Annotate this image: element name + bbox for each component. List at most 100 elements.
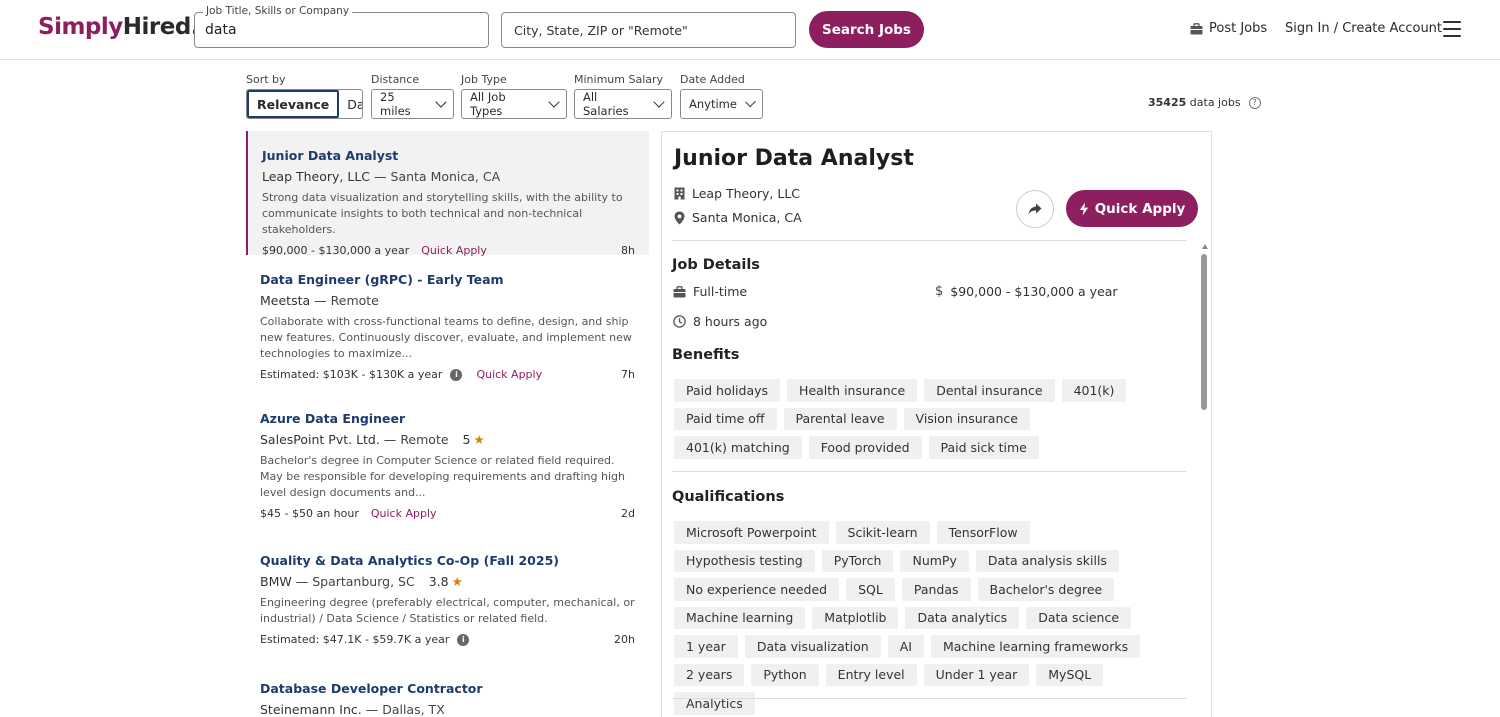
post-jobs-link[interactable]: Post Jobs <box>1190 21 1267 36</box>
help-icon[interactable]: ? <box>1248 96 1261 109</box>
location-search-field[interactable]: City, State, ZIP or "Remote" <box>501 12 796 48</box>
job-snippet: Strong data visualization and storytelli… <box>262 191 623 236</box>
job-snippet: Bachelor's degree in Computer Science or… <box>260 454 625 499</box>
job-title-link[interactable]: Data Engineer (gRPC) - Early Team <box>260 272 635 287</box>
sign-in-link[interactable]: Sign In / Create Account <box>1285 21 1442 36</box>
minimum-salary-label: Minimum Salary <box>574 73 664 86</box>
qualification-tag: Data analytics <box>905 606 1020 629</box>
search-jobs-button[interactable]: Search Jobs <box>809 11 924 48</box>
job-company: Steinemann Inc. — Dallas, TX <box>260 702 445 717</box>
detail-location: Santa Monica, CA <box>674 210 802 225</box>
qualification-tag: Scikit-learn <box>835 521 930 544</box>
job-card[interactable]: Data Engineer (gRPC) - Early Team Meetst… <box>246 255 649 397</box>
qualification-tag: TensorFlow <box>936 521 1030 544</box>
job-company: Meetsta — Remote <box>260 293 379 308</box>
qualification-tag: Machine learning frameworks <box>930 635 1141 658</box>
qualification-tag: Python <box>751 663 819 686</box>
hamburger-menu-icon[interactable] <box>1443 21 1461 37</box>
qualification-tag: Data visualization <box>744 635 881 658</box>
qualification-tag: Microsoft Powerpoint <box>674 521 829 544</box>
dollar-icon: $ <box>935 284 944 299</box>
minimum-salary-filter: Minimum Salary All Salaries <box>574 73 672 119</box>
job-company: Leap Theory, LLC — Santa Monica, CA <box>262 169 501 184</box>
benefit-tag: Vision insurance <box>903 407 1030 430</box>
job-title-search-input[interactable]: data <box>205 22 237 38</box>
chevron-down-icon <box>653 96 665 108</box>
qualification-tag: Under 1 year <box>923 663 1030 686</box>
info-icon[interactable]: i <box>450 368 463 381</box>
qualification-tag: Analytics <box>674 692 755 715</box>
job-card[interactable]: Database Developer Contractor Steinemann… <box>246 665 649 717</box>
job-type-detail: Full-time <box>673 284 747 299</box>
detail-scrollbar[interactable] <box>1200 244 1208 717</box>
minimum-salary-select[interactable]: All Salaries <box>574 89 672 119</box>
sort-relevance-button[interactable]: Relevance <box>247 90 340 118</box>
chevron-down-icon <box>745 96 756 108</box>
company-rating: 3.8 ★ <box>428 574 463 589</box>
chevron-down-icon <box>435 96 447 108</box>
share-button[interactable] <box>1016 190 1054 228</box>
location-search-input[interactable]: City, State, ZIP or "Remote" <box>514 23 688 38</box>
job-title-link[interactable]: Quality & Data Analytics Co-Op (Fall 202… <box>260 553 635 568</box>
job-snippet: Engineering degree (preferably electrica… <box>260 596 635 625</box>
qualification-tag: Data science <box>1026 606 1132 629</box>
qualifications-tags: Microsoft Powerpoint Scikit-learn Tensor… <box>674 521 1154 715</box>
divider <box>672 471 1187 472</box>
posted-detail: 8 hours ago <box>673 314 767 329</box>
job-snippet: Collaborate with cross-functional teams … <box>260 315 632 360</box>
sort-toggle: Relevance Date <box>246 89 363 119</box>
benefit-tag: Dental insurance <box>924 379 1055 402</box>
job-card[interactable]: Quality & Data Analytics Co-Op (Fall 202… <box>246 539 649 665</box>
scroll-up-arrow-icon[interactable] <box>1202 244 1208 249</box>
qualification-tag: Bachelor's degree <box>977 578 1115 601</box>
distance-select[interactable]: 25 miles <box>371 89 454 119</box>
job-age: 7h <box>621 368 635 381</box>
qualification-tag: NumPy <box>900 549 969 572</box>
job-age: 2d <box>621 507 635 520</box>
qualification-tag: PyTorch <box>821 549 894 572</box>
divider <box>672 698 1187 699</box>
job-company: BMW — Spartanburg, SC 3.8 ★ <box>260 574 463 589</box>
lightning-icon <box>1079 202 1088 215</box>
simplyhired-logo[interactable]: SimplyHired. <box>38 14 200 40</box>
detail-job-title: Junior Data Analyst <box>674 146 914 171</box>
benefit-tag: Health insurance <box>787 379 918 402</box>
job-title-link[interactable]: Junior Data Analyst <box>262 148 635 163</box>
job-footer: Estimated: $103K - $130K a year i Quick … <box>260 368 635 381</box>
clock-icon <box>673 315 686 328</box>
job-salary: Estimated: $47.1K - $59.7K a year <box>260 633 450 646</box>
benefits-tags: Paid holidays Health insurance Dental in… <box>674 379 1154 459</box>
location-pin-icon <box>674 211 685 224</box>
chevron-down-icon <box>548 96 560 108</box>
job-title-link[interactable]: Azure Data Engineer <box>260 411 635 426</box>
qualification-tag: 2 years <box>674 663 745 686</box>
benefit-tag: Paid holidays <box>674 379 781 402</box>
quick-apply-label: Quick Apply <box>370 507 437 520</box>
job-location: Spartanburg, SC <box>312 574 415 589</box>
job-title-link[interactable]: Database Developer Contractor <box>260 681 635 696</box>
benefit-tag: Paid time off <box>674 407 777 430</box>
info-icon[interactable]: i <box>457 633 470 646</box>
job-type-select[interactable]: All Job Types <box>461 89 567 119</box>
job-type-label: Job Type <box>461 73 507 86</box>
qualification-tag: AI <box>887 635 924 658</box>
star-icon: ★ <box>451 574 463 589</box>
job-card[interactable]: Junior Data Analyst Leap Theory, LLC — S… <box>246 131 649 257</box>
date-added-filter: Date Added Anytime <box>680 73 763 119</box>
quick-apply-button[interactable]: Quick Apply <box>1066 190 1198 227</box>
scrollbar-thumb[interactable] <box>1201 254 1207 410</box>
date-added-select[interactable]: Anytime <box>680 89 763 119</box>
qualification-tag: SQL <box>846 578 895 601</box>
sort-date-button[interactable]: Date <box>339 90 362 118</box>
qualification-tag: Machine learning <box>674 606 806 629</box>
benefit-tag: Paid sick time <box>928 436 1039 459</box>
post-jobs-label: Post Jobs <box>1209 21 1268 36</box>
star-icon: ★ <box>473 432 485 447</box>
benefit-tag: Food provided <box>808 436 922 459</box>
job-title-search-field[interactable]: Job Title, Skills or Company data <box>194 5 489 48</box>
job-details-heading: Job Details <box>672 257 760 273</box>
job-age: 20h <box>614 633 635 646</box>
job-card[interactable]: Azure Data Engineer SalesPoint Pvt. Ltd.… <box>246 397 649 539</box>
qualification-tag: Entry level <box>825 663 917 686</box>
job-footer: Estimated: $47.1K - $59.7K a year i 20h <box>260 633 635 646</box>
